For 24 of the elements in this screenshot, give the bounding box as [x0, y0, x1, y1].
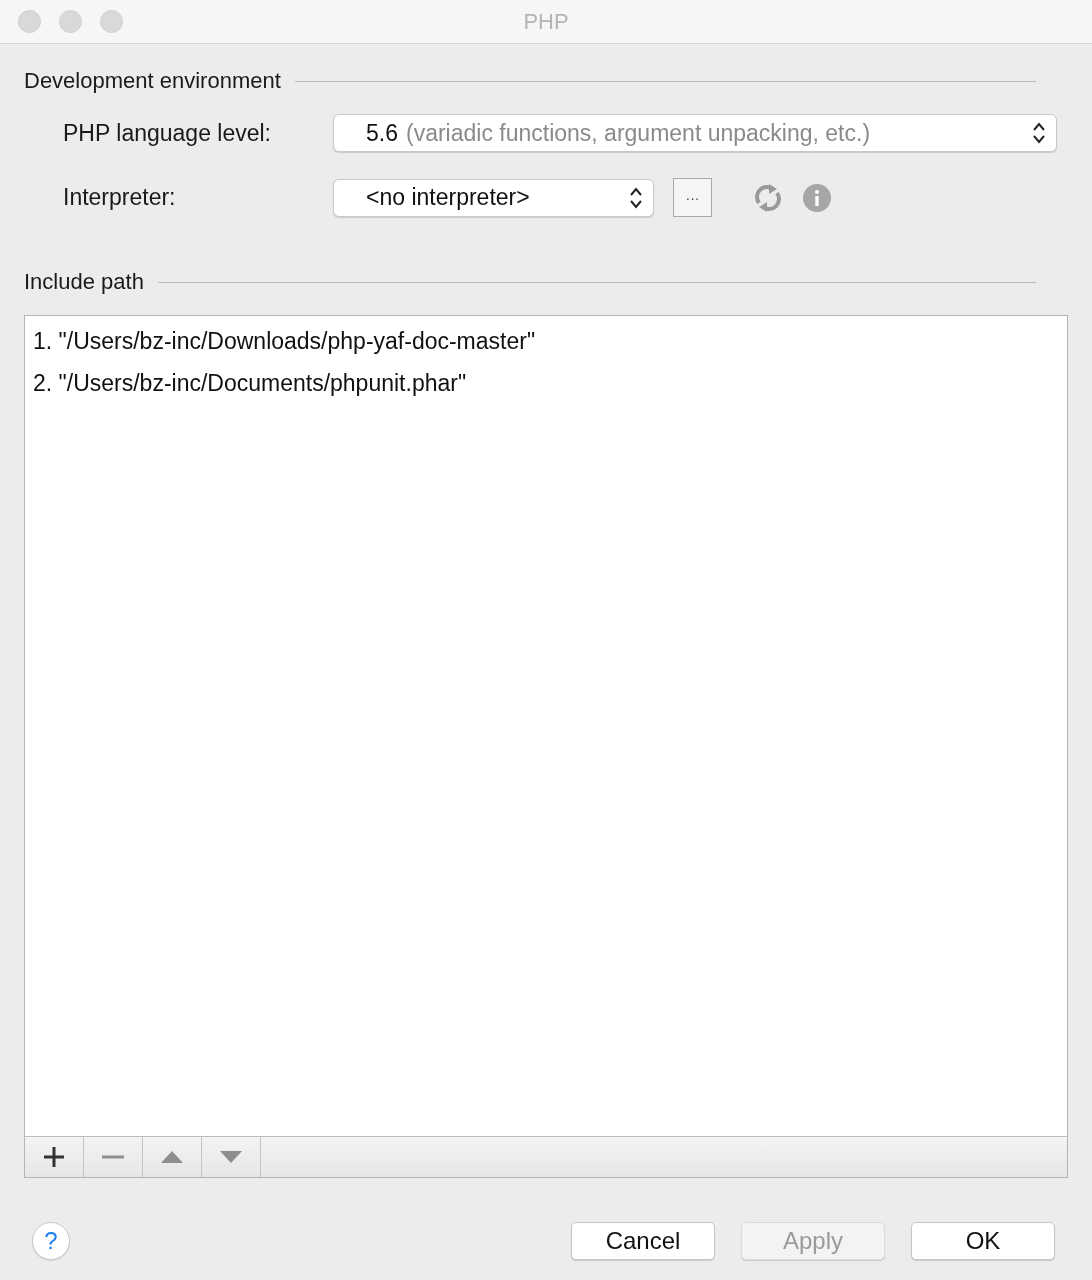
window-title: PHP [523, 8, 569, 35]
browse-button[interactable]: ··· [673, 178, 712, 217]
info-icon[interactable] [803, 183, 831, 212]
refresh-icon[interactable] [753, 182, 783, 213]
minimize-button[interactable] [59, 10, 82, 33]
close-button[interactable] [18, 10, 41, 33]
field-label: Interpreter: [63, 184, 177, 211]
language-level-select[interactable]: 5.6 (variadic functions, argument unpacking, etc.) [333, 114, 1057, 152]
section-heading: Development environment [24, 68, 281, 94]
dialog-button[interactable]: OK [911, 1222, 1055, 1260]
plus-icon [43, 1146, 65, 1168]
triangle-up-icon [161, 1151, 183, 1163]
chevron-icon [629, 185, 643, 210]
dialog-button[interactable]: Cancel [571, 1222, 715, 1260]
section-heading: Include path [24, 269, 144, 295]
triangle-down-icon [220, 1151, 242, 1163]
minus-icon [102, 1155, 124, 1159]
zoom-button[interactable] [100, 10, 123, 33]
help-button[interactable]: ? [32, 1222, 70, 1260]
field-label: PHP language level: [63, 119, 272, 147]
interpreter-select[interactable]: <no interpreter> [333, 178, 654, 217]
list-item[interactable]: 1. "/Users/bz-inc/Downloads/php-yaf-doc-master" [33, 320, 1059, 362]
chevron-icon [1032, 121, 1046, 145]
list-item[interactable]: 2. "/Users/bz-inc/Documents/phpunit.phar" [33, 362, 1059, 404]
